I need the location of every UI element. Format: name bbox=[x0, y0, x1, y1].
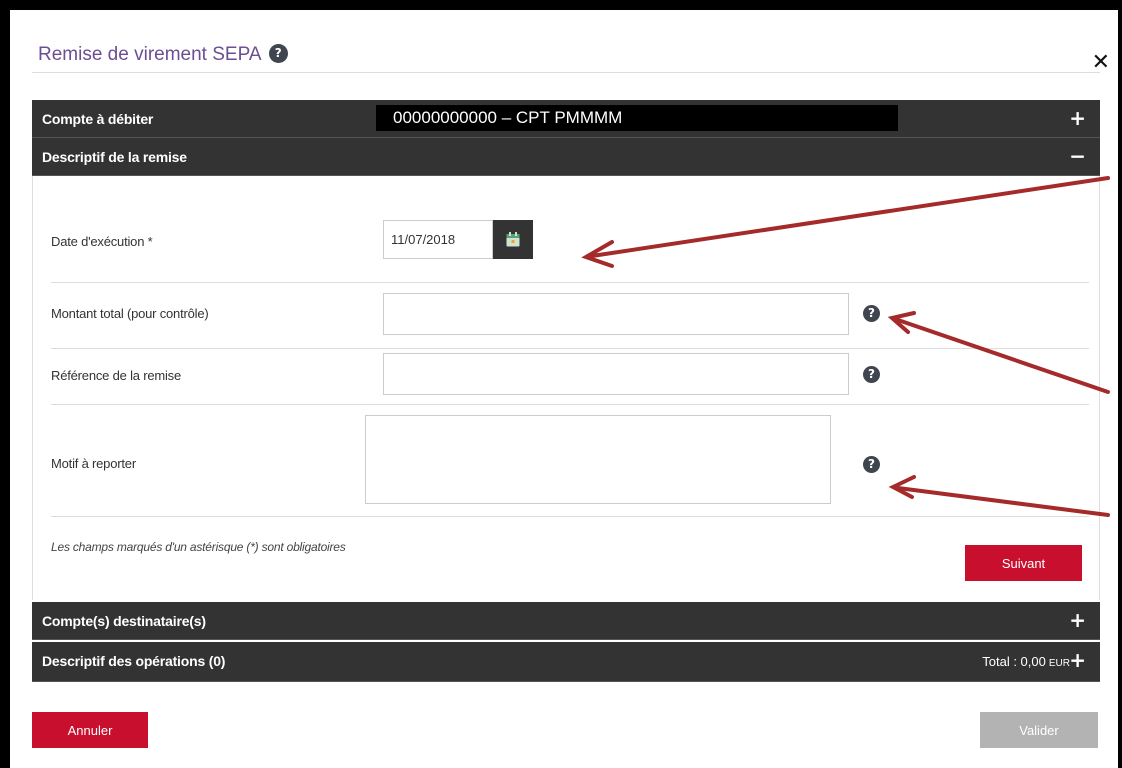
execution-date-input[interactable]: 11/07/2018 bbox=[383, 220, 493, 259]
form-row-date: Date d'exécution * 11/07/2018 bbox=[51, 176, 1089, 283]
required-fields-note: Les champs marqués d'un astérisque (*) s… bbox=[51, 540, 346, 554]
panel-recipients-header[interactable]: Compte(s) destinataire(s) + bbox=[32, 602, 1100, 640]
dialog-title: Remise de virement SEPA ? bbox=[38, 43, 288, 66]
panel-recipients-label: Compte(s) destinataire(s) bbox=[42, 613, 206, 629]
collapse-minus-icon[interactable]: − bbox=[1069, 144, 1086, 168]
panel-operations-header[interactable]: Descriptif des opérations (0) Total : 0,… bbox=[32, 642, 1100, 682]
reference-help-icon[interactable]: ? bbox=[863, 366, 880, 383]
total-amount-label: Montant total (pour contrôle) bbox=[51, 306, 209, 321]
operations-total: Total : 0,00 EUR bbox=[982, 654, 1070, 669]
cancel-button[interactable]: Annuler bbox=[32, 712, 148, 748]
form-row-reference: Référence de la remise ? bbox=[51, 348, 1089, 405]
form-row-amount: Montant total (pour contrôle) ? bbox=[51, 282, 1089, 349]
dialog-title-text: Remise de virement SEPA bbox=[38, 44, 261, 65]
panel-operations-label: Descriptif des opérations (0) bbox=[42, 653, 226, 669]
expand-plus-icon[interactable]: + bbox=[1069, 608, 1086, 632]
panel-remise-header[interactable]: Descriptif de la remise − bbox=[32, 138, 1100, 176]
dialog-header: Remise de virement SEPA ? ✕ bbox=[38, 28, 1122, 75]
remise-form: Date d'exécution * 11/07/2018 Montant to… bbox=[32, 176, 1100, 600]
amount-help-icon[interactable]: ? bbox=[863, 305, 880, 322]
panel-remise-label: Descriptif de la remise bbox=[42, 149, 187, 165]
reference-input[interactable] bbox=[383, 353, 849, 395]
expand-plus-icon[interactable]: + bbox=[1069, 106, 1086, 130]
total-amount-input[interactable] bbox=[383, 293, 849, 335]
expand-plus-icon[interactable]: + bbox=[1069, 648, 1086, 672]
title-help-icon[interactable]: ? bbox=[268, 43, 288, 63]
next-button[interactable]: Suivant bbox=[965, 545, 1082, 581]
panel-account-header[interactable]: Compte à débiter 00000000000 – CPT PMMMM… bbox=[32, 100, 1100, 138]
account-value: 00000000000 – CPT PMMMM bbox=[376, 105, 898, 131]
motif-textarea[interactable] bbox=[365, 415, 831, 504]
motif-help-icon[interactable]: ? bbox=[863, 456, 880, 473]
calendar-icon bbox=[506, 232, 520, 247]
operations-currency: EUR bbox=[1048, 658, 1070, 669]
panel-account-label: Compte à débiter bbox=[42, 111, 154, 127]
header-divider bbox=[32, 72, 1100, 73]
validate-button[interactable]: Valider bbox=[980, 712, 1098, 748]
execution-date-label: Date d'exécution * bbox=[51, 234, 153, 249]
calendar-button[interactable] bbox=[493, 220, 533, 259]
operations-total-amount: Total : 0,00 bbox=[982, 654, 1046, 669]
motif-label: Motif à reporter bbox=[51, 456, 136, 471]
reference-label: Référence de la remise bbox=[51, 368, 181, 383]
